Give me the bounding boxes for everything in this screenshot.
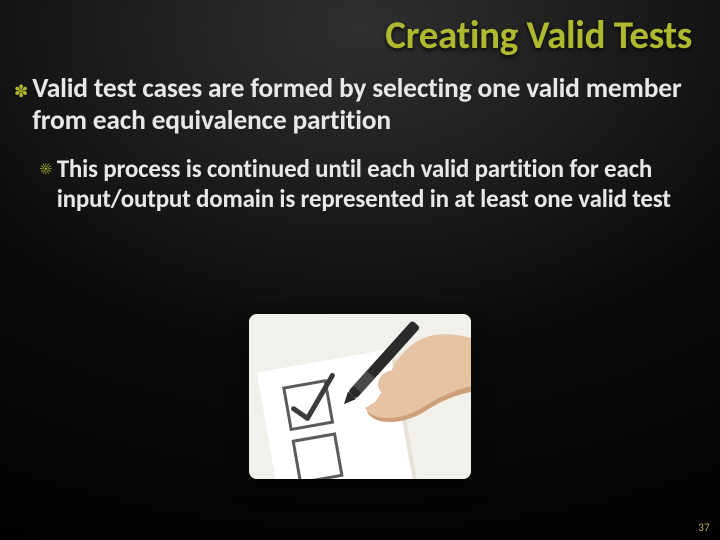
slide: Creating Valid Tests ✽ Valid test cases … [0,0,720,540]
bullet-level-1: ✽ Valid test cases are formed by selecti… [14,73,700,138]
bullet-level-2: ☀ This process is continued until each v… [40,154,694,213]
flower-icon: ✽ [14,75,28,109]
checkbox-illustration [249,314,471,479]
bullet-1-text: Valid test cases are formed by selecting… [32,73,700,138]
bullet-2-text: This process is continued until each val… [57,154,694,213]
sun-icon: ☀ [40,155,52,185]
slide-title: Creating Valid Tests [385,12,692,59]
page-number: 37 [698,521,710,534]
checkbox-image [249,314,471,479]
